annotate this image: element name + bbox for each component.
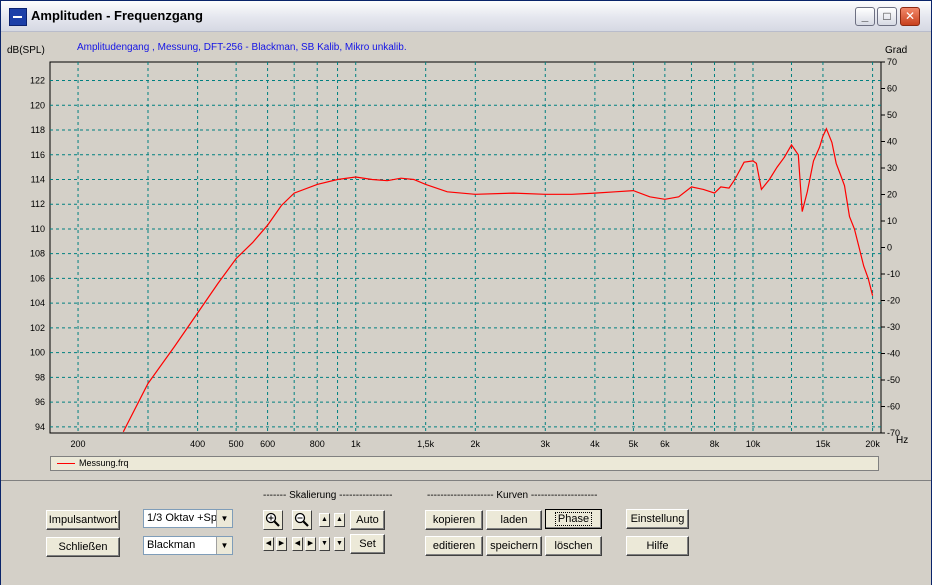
- y-tick-label: 112: [31, 199, 45, 209]
- scaling-group-label: ------- Skalierung ----------------: [263, 490, 393, 501]
- minimize-button[interactable]: _: [855, 7, 875, 26]
- octave-select[interactable]: 1/3 Oktav +Sp ▼: [143, 509, 233, 528]
- y-tick-label: 94: [35, 422, 45, 432]
- y-tick-label: 100: [30, 348, 45, 358]
- y2-tick-label: 0: [887, 243, 892, 253]
- curves-group-label: -------------------- Kurven ------------…: [427, 490, 598, 501]
- scale-down-right-icon[interactable]: ▼: [334, 537, 345, 551]
- auto-scale-button[interactable]: Auto: [350, 510, 385, 530]
- phase-button[interactable]: Phase: [545, 509, 602, 529]
- window-title: Amplituden - Frequenzgang: [31, 8, 203, 23]
- title-bar[interactable]: Amplituden - Frequenzgang _ □ ✕: [1, 1, 931, 32]
- scale-left-icon[interactable]: ◀: [263, 537, 274, 551]
- x-tick-label: 2k: [471, 439, 481, 449]
- legend-label: Messung.frq: [79, 458, 129, 468]
- x-tick-label: 8k: [710, 439, 720, 449]
- x-tick-label: 800: [310, 439, 325, 449]
- x-tick-label: 1,5k: [417, 439, 435, 449]
- chevron-down-icon[interactable]: ▼: [216, 510, 232, 527]
- impulse-response-button[interactable]: Impulsantwort: [46, 510, 120, 530]
- y-tick-label: 108: [30, 249, 45, 259]
- y-tick-label: 120: [30, 100, 45, 110]
- frequency-response-chart: 9496981001021041061081101121141161181201…: [30, 57, 900, 449]
- maximize-button[interactable]: □: [877, 7, 897, 26]
- y-tick-label: 114: [31, 174, 45, 184]
- y-tick-label: 116: [31, 150, 45, 160]
- y-tick-label: 98: [35, 372, 45, 382]
- y2-tick-label: 70: [887, 57, 897, 67]
- delete-curve-button[interactable]: löschen: [545, 536, 602, 556]
- control-panel: Impulsantwort Schließen 1/3 Oktav +Sp ▼ …: [1, 480, 931, 585]
- y2-tick-label: -20: [887, 296, 900, 306]
- y2-tick-label: 60: [887, 84, 897, 94]
- x-tick-label: 5k: [629, 439, 639, 449]
- x-tick-label: 3k: [541, 439, 551, 449]
- x-tick-label: 10k: [746, 439, 761, 449]
- x-tick-label: 400: [190, 439, 205, 449]
- copy-curve-button[interactable]: kopieren: [425, 510, 483, 530]
- y-tick-label: 110: [31, 224, 45, 234]
- legend-swatch: [57, 463, 75, 464]
- scale-right-icon[interactable]: ▶: [276, 537, 287, 551]
- window-function-select[interactable]: Blackman ▼: [143, 536, 233, 555]
- x-axis-unit: Hz: [896, 435, 909, 446]
- y2-tick-label: -50: [887, 375, 900, 385]
- scale-left-2-icon[interactable]: ◀: [292, 537, 303, 551]
- window-function-value: Blackman: [147, 539, 196, 551]
- x-tick-label: 500: [229, 439, 244, 449]
- y2-tick-label: -10: [887, 269, 900, 279]
- scale-down-left-icon[interactable]: ▼: [319, 537, 330, 551]
- app-icon: [9, 8, 27, 26]
- x-tick-label: 6k: [660, 439, 670, 449]
- y2-tick-label: -60: [887, 402, 900, 412]
- x-tick-label: 600: [260, 439, 275, 449]
- main-window: Amplituden - Frequenzgang _ □ ✕ dB(SPL) …: [0, 0, 932, 585]
- y-tick-label: 102: [30, 323, 45, 333]
- y-tick-label: 122: [30, 76, 45, 86]
- x-tick-label: 4k: [590, 439, 600, 449]
- y2-tick-label: 30: [887, 163, 897, 173]
- help-button[interactable]: Hilfe: [626, 536, 689, 556]
- y-tick-label: 106: [30, 273, 45, 283]
- chevron-down-icon[interactable]: ▼: [216, 537, 232, 554]
- y2-tick-label: 10: [887, 216, 897, 226]
- octave-select-value: 1/3 Oktav +Sp: [147, 512, 218, 524]
- x-tick-label: 20k: [865, 439, 880, 449]
- x-tick-label: 200: [71, 439, 86, 449]
- phase-button-label: Phase: [554, 512, 593, 526]
- load-curve-button[interactable]: laden: [486, 510, 542, 530]
- scale-up-right-icon[interactable]: ▲: [334, 513, 345, 527]
- zoom-in-icon[interactable]: [263, 510, 283, 530]
- y2-tick-label: 20: [887, 190, 897, 200]
- y-tick-label: 104: [30, 298, 45, 308]
- settings-button[interactable]: Einstellung: [626, 509, 689, 529]
- y-tick-label: 118: [31, 125, 45, 135]
- x-tick-label: 1k: [351, 439, 361, 449]
- y2-tick-label: 40: [887, 137, 897, 147]
- scale-right-2-icon[interactable]: ▶: [305, 537, 316, 551]
- y2-tick-label: -40: [887, 349, 900, 359]
- scale-up-left-icon[interactable]: ▲: [319, 513, 330, 527]
- zoom-out-icon[interactable]: [292, 510, 312, 530]
- y-tick-label: 96: [35, 397, 45, 407]
- y2-tick-label: -30: [887, 322, 900, 332]
- save-curve-button[interactable]: speichern: [486, 536, 542, 556]
- legend: Messung.frq: [50, 456, 879, 471]
- close-window-button[interactable]: ✕: [900, 7, 920, 26]
- close-button[interactable]: Schließen: [46, 537, 120, 557]
- x-tick-label: 15k: [816, 439, 831, 449]
- set-scale-button[interactable]: Set: [350, 534, 385, 554]
- plot-area: dB(SPL) Grad Amplitudengang , Messung, D…: [1, 32, 931, 479]
- edit-curve-button[interactable]: editieren: [425, 536, 483, 556]
- y2-tick-label: 50: [887, 110, 897, 120]
